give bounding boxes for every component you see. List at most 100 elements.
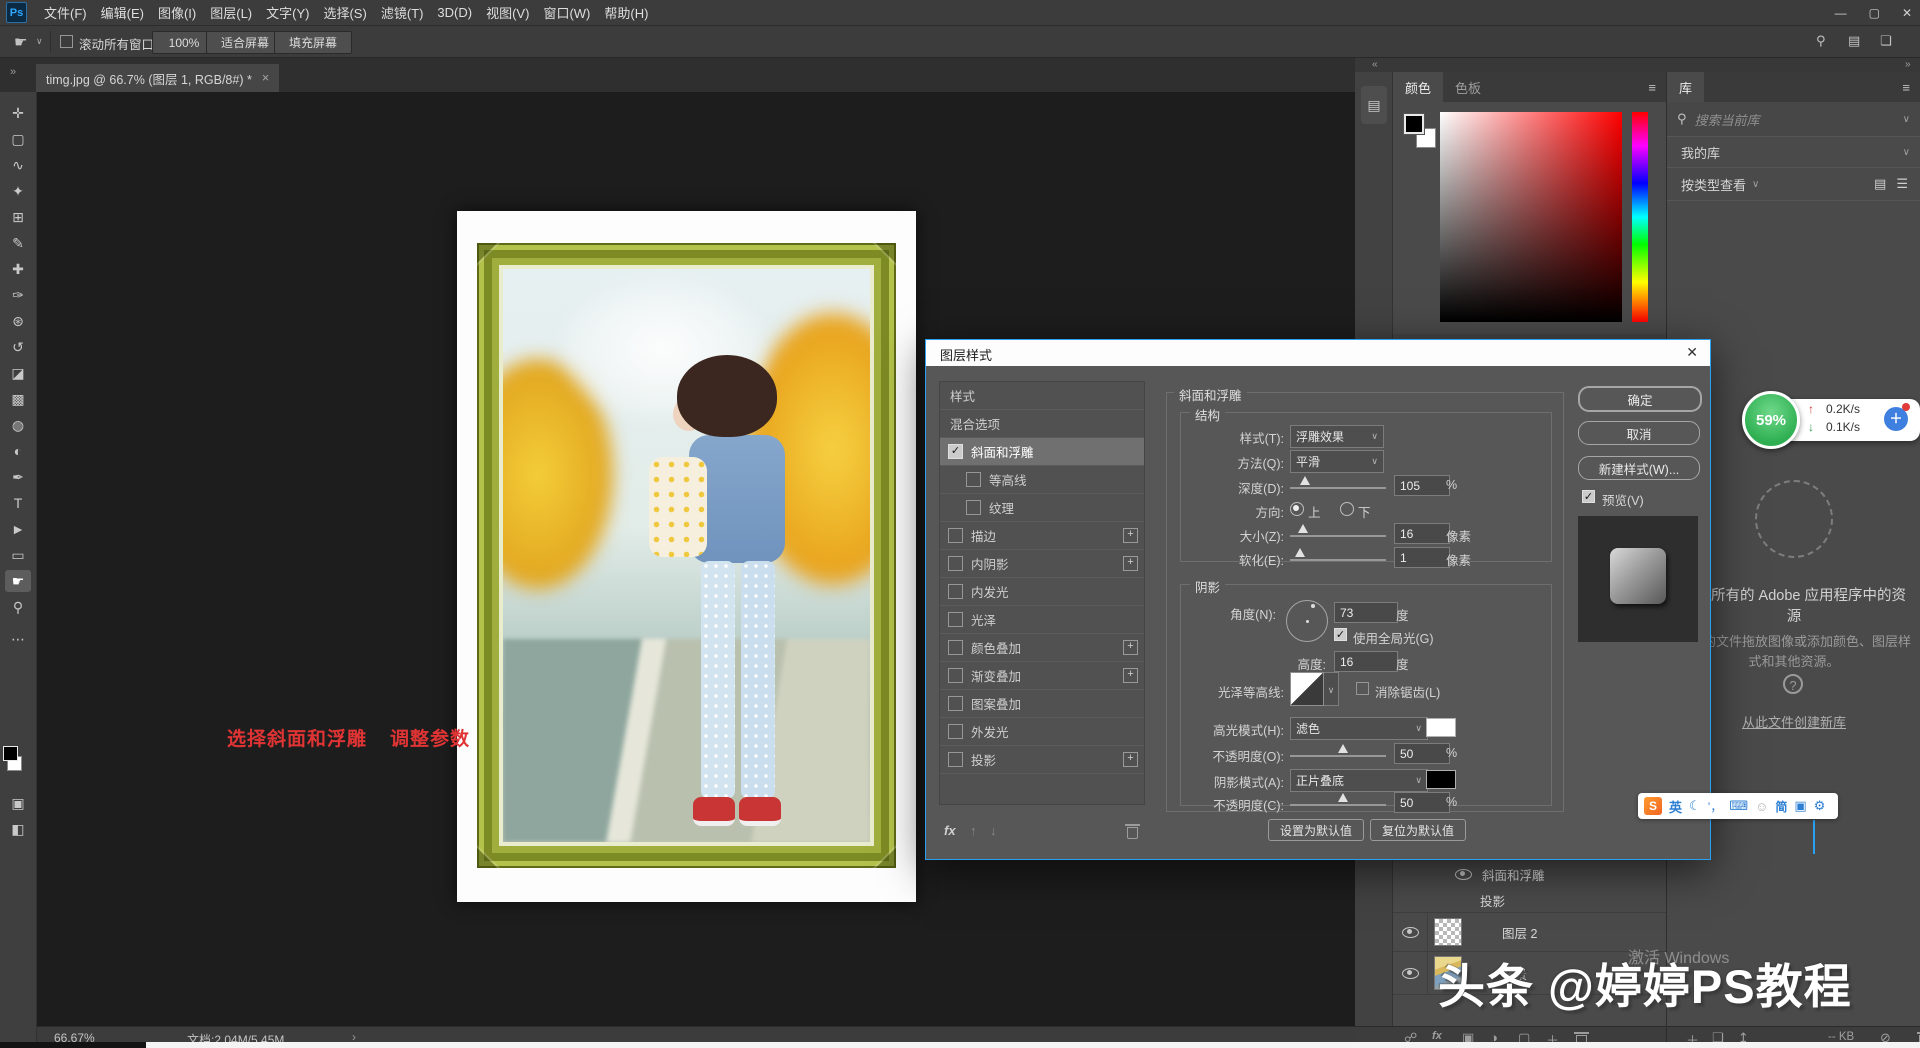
cancel-button[interactable]: 取消 [1578, 421, 1700, 445]
tab-library[interactable]: 库 [1667, 72, 1704, 102]
visibility-eye-icon[interactable] [1402, 927, 1419, 938]
hand-tool[interactable]: ☛ [5, 570, 31, 592]
layer-name[interactable]: 图层 2 [1502, 923, 1537, 942]
ok-button[interactable]: 确定 [1578, 386, 1702, 412]
lasso-tool[interactable]: ∿ [5, 154, 31, 176]
fit-screen-button[interactable]: 适合屏幕 [206, 31, 284, 54]
eraser-tool[interactable]: ◪ [5, 362, 31, 384]
menu-3d[interactable]: 3D(D) [437, 5, 472, 20]
quick-selection-tool[interactable]: ✦ [5, 180, 31, 202]
outer-glow-item[interactable]: 外发光 [940, 718, 1144, 746]
menu-file[interactable]: 文件(F) [44, 3, 87, 22]
ime-fullhalf-icon[interactable]: ☾ [1689, 798, 1701, 814]
soften-slider[interactable] [1290, 559, 1386, 561]
ime-settings-icon[interactable]: ⚙ [1814, 798, 1826, 814]
dialog-close-icon[interactable]: ✕ [1686, 344, 1698, 361]
layer-effects-icon[interactable]: fx [1432, 1030, 1442, 1042]
ime-keyboard-icon[interactable]: ⌨ [1729, 798, 1748, 814]
ime-skin-icon[interactable]: ▣ [1794, 798, 1806, 814]
pen-tool[interactable]: ✒ [5, 466, 31, 488]
library-select[interactable]: 我的库 ∨ [1667, 137, 1920, 168]
history-panel-icon[interactable]: ▤ [1361, 86, 1387, 124]
inner-shadow-item[interactable]: 内阴影 [940, 550, 1144, 578]
crop-tool[interactable]: ⊞ [5, 206, 31, 228]
tool-preset-chevron-icon[interactable]: ∨ [36, 36, 43, 47]
tab-overflow-icon[interactable]: » [10, 66, 16, 78]
direction-up-radio[interactable] [1290, 502, 1304, 516]
effect-row-drop-shadow[interactable]: 投影 [1393, 888, 1666, 912]
move-tool[interactable]: ✛ [5, 102, 31, 124]
type-tool[interactable]: T [5, 492, 31, 514]
shadow-color-swatch[interactable] [1426, 770, 1456, 789]
ime-simplified-icon[interactable]: 简 [1775, 798, 1787, 815]
depth-input[interactable]: 105 [1394, 475, 1450, 496]
add-instance-icon[interactable] [1123, 640, 1138, 655]
shadow-opacity-input[interactable]: 50 [1394, 792, 1450, 813]
visibility-eye-icon[interactable] [1402, 968, 1419, 979]
direction-down-radio[interactable] [1340, 502, 1354, 516]
panel-menu-icon[interactable]: ≡ [1648, 80, 1656, 95]
size-input[interactable]: 16 [1394, 523, 1450, 544]
add-instance-icon[interactable] [1123, 752, 1138, 767]
collapse-panels-icon[interactable]: « [1372, 59, 1378, 70]
add-instance-icon[interactable] [1123, 668, 1138, 683]
contour-item[interactable]: 等高线 [940, 466, 1144, 494]
effect-row-bevel[interactable]: 斜面和浮雕 [1393, 861, 1666, 888]
shadow-mode-select[interactable]: 正片叠底∨ [1290, 769, 1428, 792]
document-tab[interactable]: timg.jpg @ 66.7% (图层 1, RGB/8#) * × [36, 64, 279, 92]
fill-screen-button[interactable]: 填充屏幕 [274, 31, 352, 54]
minimize-button[interactable]: — [1835, 6, 1847, 20]
menu-type[interactable]: 文字(Y) [266, 3, 309, 22]
workspace-icon[interactable]: ❏ [1880, 33, 1892, 49]
ime-language-mode[interactable]: 英 [1669, 797, 1682, 816]
grid-view-icon[interactable]: ▤ [1848, 33, 1860, 49]
add-instance-icon[interactable] [1123, 556, 1138, 571]
list-view-icon[interactable]: ☰ [1896, 176, 1908, 192]
blur-tool[interactable]: ◍ [5, 414, 31, 436]
path-select-tool[interactable]: ► [5, 518, 31, 540]
dodge-tool[interactable]: ◐ [5, 440, 31, 462]
marquee-tool[interactable]: ▢ [5, 128, 31, 150]
bevel-emboss-item[interactable]: 斜面和浮雕 [940, 438, 1144, 466]
altitude-input[interactable]: 16 [1334, 651, 1398, 672]
size-slider[interactable] [1290, 535, 1386, 537]
highlight-opacity-slider[interactable] [1290, 755, 1386, 757]
tab-swatches[interactable]: 色板 [1443, 72, 1493, 102]
visibility-eye-icon[interactable] [1455, 869, 1472, 880]
preview-checkbox[interactable] [1582, 490, 1595, 503]
grid-view-icon[interactable]: ▤ [1874, 176, 1886, 192]
more-tools-icon[interactable]: ⋯ [5, 628, 31, 650]
expand-panels-icon[interactable]: » [1905, 59, 1911, 70]
angle-input[interactable]: 73 [1334, 602, 1398, 623]
angle-dial[interactable] [1286, 600, 1328, 642]
scroll-all-windows-checkbox[interactable] [60, 35, 73, 48]
blending-options-item[interactable]: 混合选项 [940, 410, 1144, 438]
stroke-item[interactable]: 描边 [940, 522, 1144, 550]
screen-mode-icon[interactable]: ◧ [5, 818, 31, 840]
maximize-button[interactable]: ▢ [1869, 6, 1880, 20]
antialias-checkbox[interactable] [1356, 682, 1369, 695]
highlight-mode-select[interactable]: 滤色∨ [1290, 717, 1428, 740]
depth-slider[interactable] [1290, 487, 1386, 489]
dialog-title-bar[interactable]: 图层样式 ✕ [926, 340, 1710, 366]
highlight-opacity-input[interactable]: 50 [1394, 743, 1450, 764]
library-view-by-type[interactable]: 按类型查看 ∨ ▤ ☰ [1667, 168, 1920, 201]
menu-help[interactable]: 帮助(H) [604, 3, 648, 22]
style-select[interactable]: 浮雕效果∨ [1290, 425, 1384, 448]
move-effect-up-icon[interactable]: ↑ [970, 823, 977, 838]
menu-image[interactable]: 图像(I) [158, 3, 196, 22]
menu-filter[interactable]: 滤镜(T) [381, 3, 424, 22]
brush-tool[interactable]: ✑ [5, 284, 31, 306]
gloss-contour-chevron-icon[interactable]: ∨ [1324, 672, 1339, 706]
delete-effect-icon[interactable] [1127, 827, 1138, 839]
menu-edit[interactable]: 编辑(E) [101, 3, 144, 22]
new-style-button[interactable]: 新建样式(W)... [1578, 456, 1700, 480]
menu-layer[interactable]: 图层(L) [210, 3, 252, 22]
inner-glow-item[interactable]: 内发光 [940, 578, 1144, 606]
color-field[interactable] [1440, 112, 1622, 322]
shape-tool[interactable]: ▭ [5, 544, 31, 566]
panel-menu-icon[interactable]: ≡ [1902, 80, 1910, 95]
zoom-tool[interactable]: ⚲ [5, 596, 31, 618]
tab-color[interactable]: 颜色 [1393, 72, 1443, 102]
ime-account-icon[interactable]: ☺ [1755, 799, 1768, 814]
